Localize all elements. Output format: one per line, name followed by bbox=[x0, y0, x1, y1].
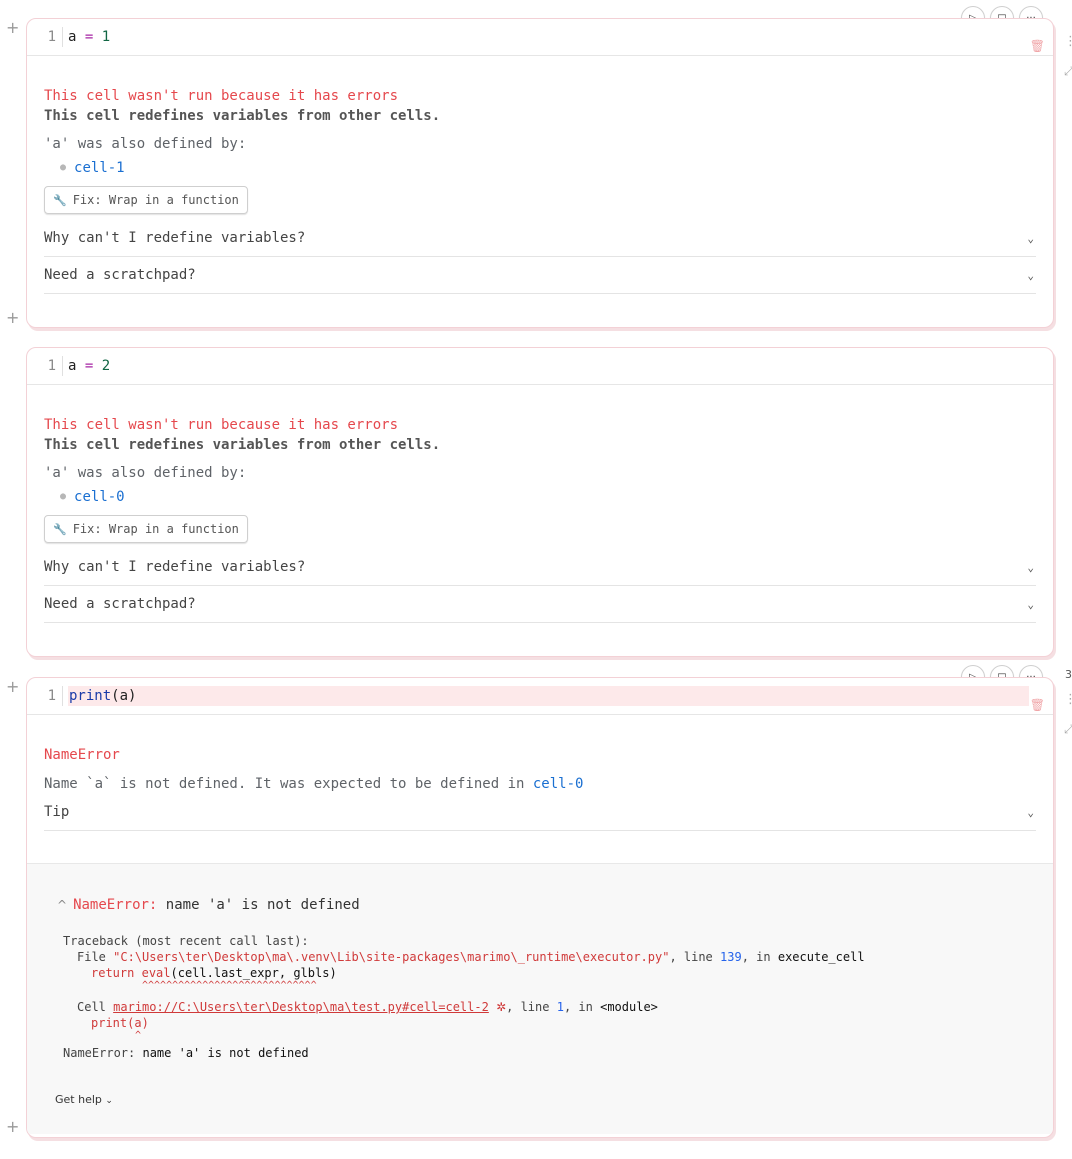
also-defined-label: 'a' was also defined by: bbox=[44, 465, 247, 481]
error-title: This cell wasn't run because it has erro… bbox=[44, 88, 399, 104]
bug-icon[interactable]: ✲ bbox=[496, 1000, 506, 1014]
bullet-icon: ● bbox=[60, 162, 67, 173]
cell-side-number: 3 bbox=[1065, 668, 1072, 681]
cell-link[interactable]: cell-0 bbox=[74, 489, 125, 505]
fix-wrap-function-button[interactable]: 🔧 Fix: Wrap in a function bbox=[44, 186, 248, 214]
defined-by-list: ● cell-0 bbox=[60, 487, 1036, 507]
add-cell-above-icon[interactable]: + bbox=[6, 18, 19, 37]
traceback-body: Traceback (most recent call last): File … bbox=[63, 933, 1053, 1061]
cell-output: This cell wasn't run because it has erro… bbox=[27, 86, 1053, 294]
expand-icon[interactable]: ⤢ bbox=[1064, 722, 1072, 737]
traceback-panel: ^ NameError: name 'a' is not defined Trac… bbox=[27, 863, 1053, 1134]
add-cell-below-icon[interactable]: + bbox=[6, 1117, 19, 1136]
traceback-cell-line: Cell marimo://C:\Users\ter\Desktop\ma\te… bbox=[77, 1000, 658, 1014]
code-editor[interactable]: 1 a = 2 bbox=[27, 348, 1053, 385]
chevron-down-icon: ⌄ bbox=[1027, 268, 1034, 282]
accordion-redefine[interactable]: Why can't I redefine variables? ⌄ bbox=[44, 220, 1036, 257]
cell-link[interactable]: cell-0 bbox=[533, 776, 584, 792]
code-editor[interactable]: 1 print(a) 🗑 bbox=[27, 678, 1053, 715]
notebook-cell: 1 print(a) 🗑 NameError Name `a` is not d… bbox=[26, 677, 1054, 1138]
accordion-redefine[interactable]: Why can't I redefine variables? ⌄ bbox=[44, 549, 1036, 586]
line-number: 1 bbox=[31, 686, 63, 706]
chevron-down-icon: ⌄ bbox=[1027, 805, 1034, 819]
chevron-down-icon: ⌄ bbox=[1027, 231, 1034, 245]
chevron-down-icon: ⌄ bbox=[1027, 597, 1034, 611]
error-subtitle: This cell redefines variables from other… bbox=[44, 437, 441, 453]
fix-wrap-function-button[interactable]: 🔧 Fix: Wrap in a function bbox=[44, 515, 248, 543]
trash-icon[interactable]: 🗑 bbox=[1030, 39, 1045, 53]
traceback-header[interactable]: ^ NameError: name 'a' is not defined bbox=[57, 896, 1053, 914]
expand-icon[interactable]: ⤢ bbox=[1064, 64, 1072, 79]
traceback-carets: ^^^^^^^^^^^^^^^^^^^^^^^^^^^^^ bbox=[142, 980, 317, 991]
code-editor[interactable]: 1 a = 1 🗑 bbox=[27, 19, 1053, 56]
error-title: This cell wasn't run because it has erro… bbox=[44, 417, 399, 433]
traceback-file-line: File "C:\Users\ter\Desktop\ma\.venv\Lib\… bbox=[77, 950, 865, 964]
traceback-code-line: return eval(cell.last_expr, glbls) bbox=[91, 966, 337, 980]
notebook-cell: 1 a = 2 This cell wasn't run because it … bbox=[26, 347, 1054, 657]
code-line[interactable]: a = 1 bbox=[68, 27, 110, 47]
drag-handle-icon[interactable]: ⋮ bbox=[1064, 34, 1072, 49]
accordion-scratchpad[interactable]: Need a scratchpad? ⌄ bbox=[44, 586, 1036, 623]
error-message: Name `a` is not defined. It was expected… bbox=[44, 776, 584, 792]
bullet-icon: ● bbox=[60, 491, 67, 502]
also-defined-label: 'a' was also defined by: bbox=[44, 136, 247, 152]
error-name: NameError bbox=[44, 747, 120, 763]
accordion-scratchpad[interactable]: Need a scratchpad? ⌄ bbox=[44, 257, 1036, 294]
traceback-line: Traceback (most recent call last): bbox=[63, 934, 309, 948]
cell-source-link[interactable]: marimo://C:\Users\ter\Desktop\ma\test.py… bbox=[113, 1000, 489, 1014]
code-line[interactable]: print(a) bbox=[68, 686, 1029, 706]
cell-output: This cell wasn't run because it has erro… bbox=[27, 415, 1053, 623]
add-cell-below-icon[interactable]: + bbox=[6, 308, 19, 327]
chevron-down-icon: ⌄ bbox=[105, 1096, 113, 1106]
chevron-up-icon: ^ bbox=[57, 898, 68, 912]
cell-link[interactable]: cell-1 bbox=[74, 160, 125, 176]
code-line[interactable]: a = 2 bbox=[68, 356, 110, 376]
line-number: 1 bbox=[31, 27, 63, 47]
cell-output: NameError Name `a` is not defined. It wa… bbox=[27, 745, 1053, 831]
traceback-carets: ^ bbox=[135, 1030, 142, 1041]
accordion-tip[interactable]: Tip ⌄ bbox=[44, 794, 1036, 831]
wrench-icon: 🔧 bbox=[53, 522, 67, 536]
get-help-button[interactable]: Get help ⌄ bbox=[55, 1093, 1053, 1106]
trash-icon[interactable]: 🗑 bbox=[1030, 698, 1045, 712]
traceback-code-line: print(a) bbox=[91, 1016, 149, 1030]
traceback-final: NameError: name 'a' is not defined bbox=[63, 1046, 309, 1060]
add-cell-above-icon[interactable]: + bbox=[6, 677, 19, 696]
defined-by-list: ● cell-1 bbox=[60, 158, 1036, 178]
line-number: 1 bbox=[31, 356, 63, 376]
drag-handle-icon[interactable]: ⋮ bbox=[1064, 692, 1072, 707]
chevron-down-icon: ⌄ bbox=[1027, 560, 1034, 574]
notebook-cell: 1 a = 1 🗑 This cell wasn't run because i… bbox=[26, 18, 1054, 328]
wrench-icon: 🔧 bbox=[53, 193, 67, 207]
error-subtitle: This cell redefines variables from other… bbox=[44, 108, 441, 124]
